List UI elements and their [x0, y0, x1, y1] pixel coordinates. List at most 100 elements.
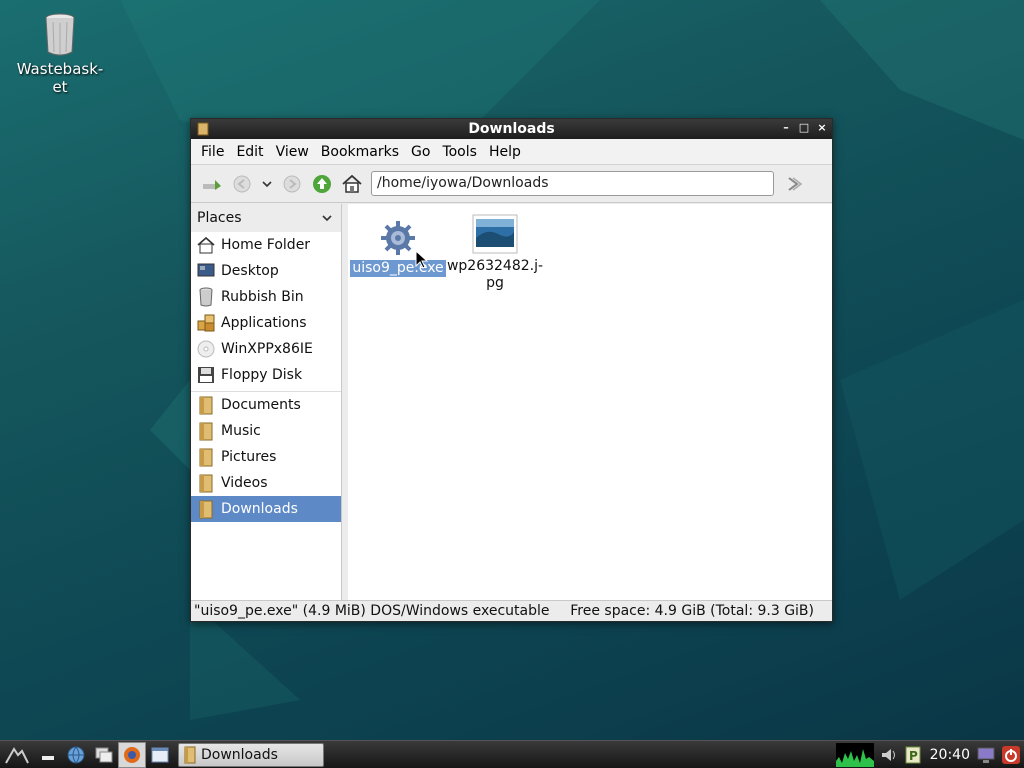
sidebar-item-applications[interactable]: Applications: [191, 310, 341, 336]
firefox-launcher[interactable]: [118, 741, 146, 768]
content-area: Places Home Folder Desktop Rubbish Bin A…: [191, 204, 832, 600]
sidebar-item-label: Applications: [221, 315, 307, 331]
folder-icon: [184, 746, 196, 763]
menu-file[interactable]: File: [195, 144, 230, 160]
file-item[interactable]: wp2632482.j- pg: [446, 214, 544, 292]
lxde-logo-icon: [5, 746, 29, 763]
places-header[interactable]: Places: [191, 204, 341, 232]
toolbar: /home/iyowa/Downloads: [191, 165, 832, 203]
menu-view[interactable]: View: [270, 144, 315, 160]
window-title: Downloads: [468, 121, 555, 137]
back-button[interactable]: [227, 169, 257, 199]
keyboard-layout-icon[interactable]: P: [902, 742, 924, 768]
folder-icon: [195, 498, 217, 520]
show-desktop-button[interactable]: [34, 742, 62, 768]
back-arrow-icon: [233, 175, 251, 192]
folder-icon: [195, 394, 217, 416]
volume-icon[interactable]: [878, 742, 902, 768]
sidebar-item-label: Music: [221, 423, 261, 439]
sidebar-item-home[interactable]: Home Folder: [191, 232, 341, 258]
image-file-icon: [472, 214, 518, 254]
sidebar-item-downloads[interactable]: Downloads: [191, 496, 341, 522]
folder-icon: [195, 420, 217, 442]
sidebar-item-label: Videos: [221, 475, 268, 491]
sidebar-item-label: Documents: [221, 397, 301, 413]
system-tray: P 20:40: [835, 741, 1024, 768]
new-tab-button[interactable]: [197, 169, 227, 199]
file-name: uiso9_pe.exe: [350, 260, 446, 277]
workspace-switcher[interactable]: [90, 742, 118, 768]
menu-help[interactable]: Help: [483, 144, 527, 160]
desktop-wastebasket[interactable]: Wastebask- et: [10, 12, 110, 96]
address-bar[interactable]: /home/iyowa/Downloads: [371, 171, 774, 196]
sidebar-item-music[interactable]: Music: [191, 418, 341, 444]
menu-edit[interactable]: Edit: [230, 144, 269, 160]
forward-arrow-icon: [283, 175, 301, 192]
menu-bookmarks[interactable]: Bookmarks: [315, 144, 405, 160]
task-label: Downloads: [201, 746, 278, 763]
sidebar-item-label: Downloads: [221, 501, 298, 517]
logout-power-icon[interactable]: [998, 742, 1024, 768]
home-button[interactable]: [337, 169, 367, 199]
minimize-all-icon: [42, 755, 54, 760]
window-titlebar[interactable]: Downloads – □ ×: [191, 119, 832, 139]
sidebar-item-rubbish-bin[interactable]: Rubbish Bin: [191, 284, 341, 310]
trash-icon: [195, 286, 217, 308]
menu-tools[interactable]: Tools: [436, 144, 483, 160]
taskbar: Downloads P 20:40: [0, 740, 1024, 768]
history-dropdown-button[interactable]: [257, 169, 277, 199]
folder-icon: [195, 446, 217, 468]
minimize-button[interactable]: –: [780, 121, 792, 135]
up-button[interactable]: [307, 169, 337, 199]
sidebar-item-label: Pictures: [221, 449, 277, 465]
start-menu-button[interactable]: [0, 742, 34, 768]
folder-app-icon: [197, 122, 209, 140]
chevron-down-icon: [322, 215, 332, 222]
sidebar-item-label: Floppy Disk: [221, 367, 303, 383]
forward-button[interactable]: [277, 169, 307, 199]
close-button[interactable]: ×: [816, 121, 828, 135]
sidebar-item-winxppx86ie[interactable]: WinXPPx86IE: [191, 336, 341, 362]
file-manager-launcher[interactable]: [146, 742, 174, 768]
file-name: wp2632482.j- pg: [446, 258, 544, 291]
wastebasket-label: Wastebask- et: [16, 60, 104, 96]
executable-gear-icon: [381, 221, 415, 255]
up-arrow-icon: [313, 174, 331, 193]
sidebar-item-label: WinXPPx86IE: [221, 341, 313, 357]
sidebar-item-pictures[interactable]: Pictures: [191, 444, 341, 470]
cd-drive-icon: [195, 338, 217, 360]
sidebar-item-videos[interactable]: Videos: [191, 470, 341, 496]
clock[interactable]: 20:40: [930, 747, 970, 763]
desktop-icon: [195, 260, 217, 282]
home-icon: [342, 174, 362, 193]
menubar: File Edit View Bookmarks Go Tools Help: [191, 139, 832, 165]
windows-icon: [95, 747, 113, 762]
go-jump-icon: [788, 176, 803, 191]
firefox-icon: [124, 746, 140, 763]
taskbar-task-downloads[interactable]: Downloads: [178, 742, 324, 767]
places-header-label: Places: [197, 210, 242, 226]
mouse-cursor-icon: [415, 250, 429, 269]
statusbar: "uiso9_pe.exe" (4.9 MiB) DOS/Windows exe…: [191, 600, 832, 621]
screen-lock-icon[interactable]: [974, 742, 998, 768]
menu-go[interactable]: Go: [405, 144, 436, 160]
file-manager-window: Downloads – □ × File Edit View Bookmarks…: [190, 118, 833, 622]
network-launcher[interactable]: [62, 742, 90, 768]
status-free-space: Free space: 4.9 GiB (Total: 9.3 GiB): [570, 603, 814, 619]
sidebar-item-documents[interactable]: Documents: [191, 392, 341, 418]
maximize-button[interactable]: □: [798, 121, 810, 135]
floppy-icon: [195, 364, 217, 386]
file-view[interactable]: uiso9_pe.exe wp2632482.j- pg: [348, 204, 832, 600]
sidebar-item-label: Home Folder: [221, 237, 311, 253]
sidebar-item-label: Rubbish Bin: [221, 289, 304, 305]
cpu-monitor-graph[interactable]: [835, 743, 874, 767]
network-globe-icon: [67, 746, 85, 764]
go-button[interactable]: [778, 169, 808, 199]
folder-icon: [195, 472, 217, 494]
file-item[interactable]: uiso9_pe.exe: [350, 218, 446, 277]
status-selection-info: "uiso9_pe.exe" (4.9 MiB) DOS/Windows exe…: [194, 603, 550, 619]
sidebar-item-desktop[interactable]: Desktop: [191, 258, 341, 284]
applications-icon: [195, 312, 217, 334]
sidebar-item-floppy-disk[interactable]: Floppy Disk: [191, 362, 341, 388]
wastebasket-icon: [45, 13, 75, 56]
